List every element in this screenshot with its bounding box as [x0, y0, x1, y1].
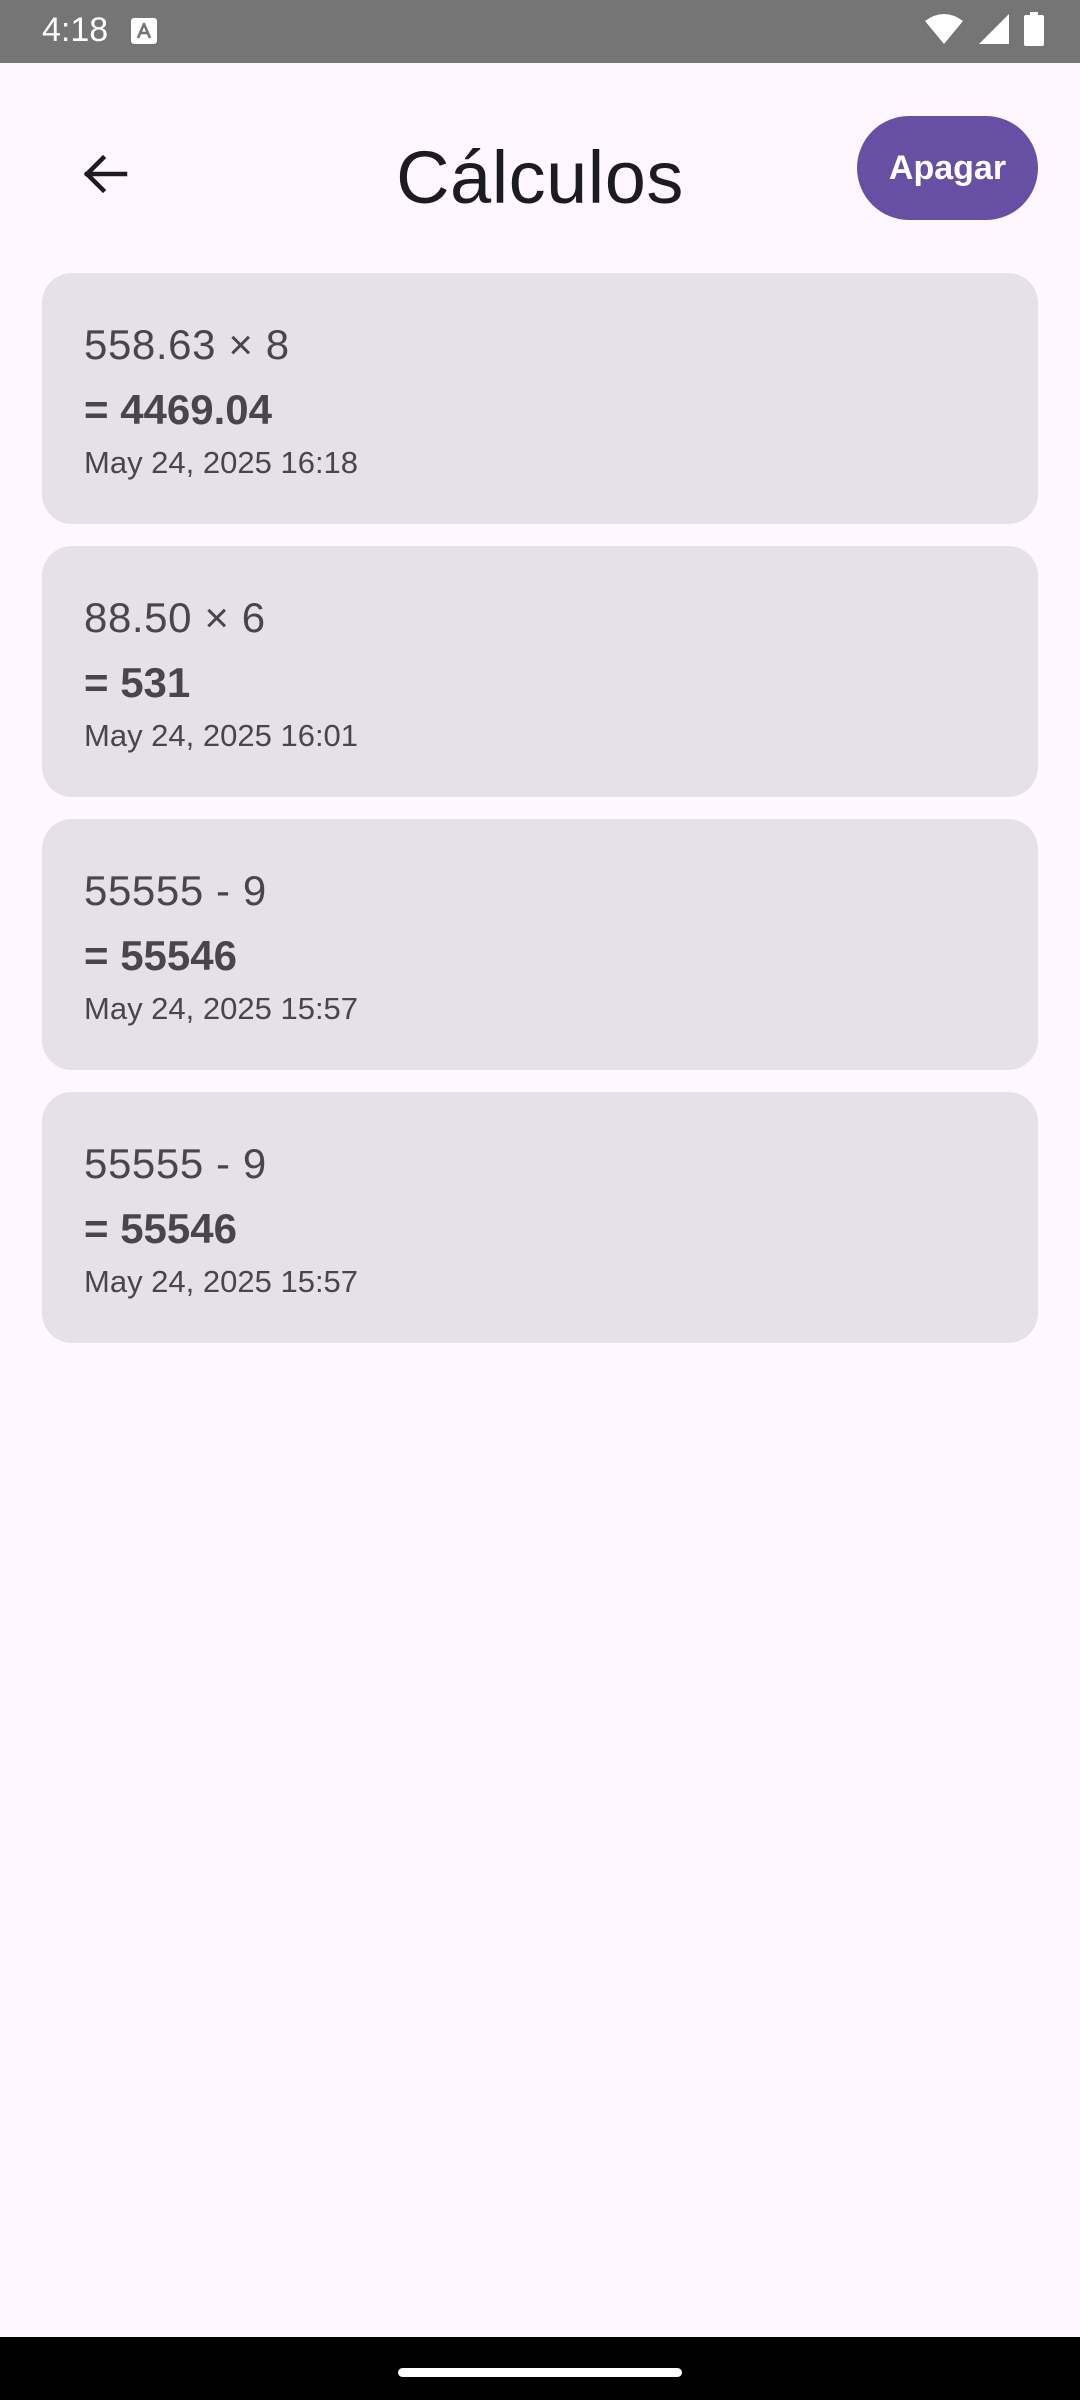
battery-icon: [1024, 11, 1044, 51]
card-result: = 55546: [84, 1205, 237, 1252]
card-timestamp: May 24, 2025 16:18: [84, 445, 359, 480]
card-expression: 558.63 × 8: [84, 321, 290, 368]
status-icons: [924, 11, 1044, 51]
wifi-icon: [924, 13, 964, 50]
history-list: 558.63 × 8 = 4469.04 May 24, 2025 16:18 …: [42, 273, 1038, 1365]
card-result: = 55546: [84, 932, 237, 979]
card-timestamp: May 24, 2025 15:57: [84, 1264, 359, 1299]
navigation-bar: [0, 2337, 1080, 2400]
history-card[interactable]: 55555 - 9 = 55546 May 24, 2025 15:57: [42, 819, 1038, 1070]
card-expression: 55555 - 9: [84, 1140, 267, 1187]
history-card[interactable]: 88.50 × 6 = 531 May 24, 2025 16:01: [42, 546, 1038, 797]
home-indicator[interactable]: [398, 2368, 682, 2377]
a-notification-icon: [131, 18, 157, 44]
card-timestamp: May 24, 2025 16:01: [84, 718, 359, 753]
top-app-bar: Cálculos Apagar: [0, 63, 1080, 273]
clear-history-button[interactable]: Apagar: [857, 116, 1038, 220]
card-expression: 55555 - 9: [84, 867, 267, 914]
signal-icon: [978, 13, 1010, 50]
card-result: = 531: [84, 659, 191, 706]
status-time: 4:18: [42, 11, 109, 49]
card-result: = 4469.04: [84, 386, 273, 433]
history-card[interactable]: 558.63 × 8 = 4469.04 May 24, 2025 16:18: [42, 273, 1038, 524]
status-bar: 4:18: [0, 0, 1080, 63]
card-expression: 88.50 × 6: [84, 594, 266, 641]
card-timestamp: May 24, 2025 15:57: [84, 991, 359, 1026]
history-card[interactable]: 55555 - 9 = 55546 May 24, 2025 15:57: [42, 1092, 1038, 1343]
